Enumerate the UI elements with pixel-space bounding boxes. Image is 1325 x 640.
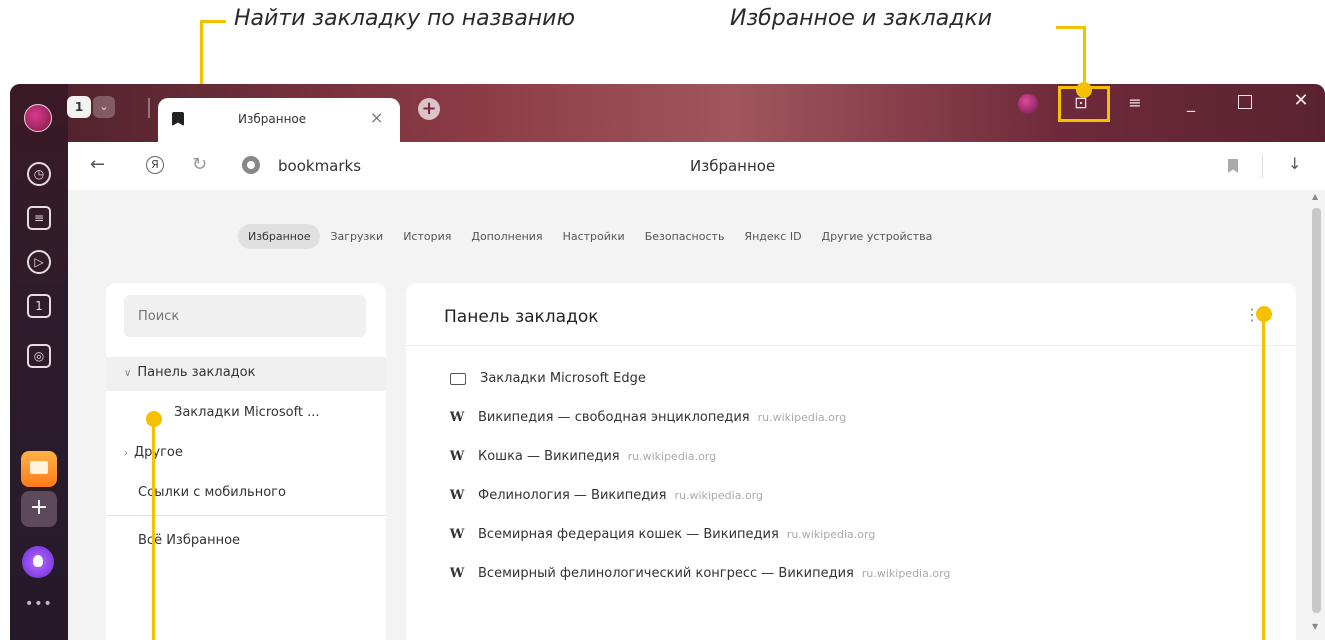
tree-item-label: Панель закладок — [137, 365, 256, 380]
yandex-icon[interactable]: Я — [146, 156, 164, 174]
annotation-favorites-bookmarks: Избранное и закладки — [730, 6, 993, 31]
nav-extensions[interactable]: Дополнения — [461, 224, 552, 249]
minimize-icon[interactable]: _ — [1180, 92, 1202, 114]
browser-sidebar: ◷ ≡ ▷ 1 ◎ + ••• — [10, 84, 68, 640]
bookmark-row[interactable]: W Кошка — Википедия ru.wikipedia.org — [448, 449, 716, 464]
alice-assistant-icon[interactable] — [22, 546, 54, 578]
scroll-up-icon[interactable]: ▲ — [1312, 192, 1318, 201]
bookmark-title: Кошка — Википедия — [478, 449, 620, 464]
chevron-right-icon: › — [124, 448, 128, 459]
browser-window: ◷ ≡ ▷ 1 ◎ + ••• 1 ⌄ Избранное × + ⊡ ≡ _ … — [10, 84, 1325, 640]
nav-downloads[interactable]: Загрузки — [320, 224, 393, 249]
bookmark-url: ru.wikipedia.org — [757, 411, 847, 424]
bookmark-row[interactable]: W Фелинология — Википедия ru.wikipedia.o… — [448, 488, 763, 503]
tree-item-mobile[interactable]: Ссылки с мобильного — [138, 485, 286, 500]
search-input[interactable] — [124, 295, 366, 337]
panel-title: Панель закладок — [444, 307, 599, 327]
screenshot-icon[interactable]: ◎ — [27, 344, 51, 368]
bookmark-list-panel: Панель закладок ⋮ Закладки Microsoft Edg… — [406, 283, 1296, 640]
play-icon[interactable]: ▷ — [27, 250, 51, 274]
add-app-button[interactable]: + — [21, 491, 57, 527]
maximize-icon[interactable] — [1238, 95, 1252, 109]
bookmark-title: Всемирная федерация кошек — Википедия — [478, 527, 779, 542]
tab-favorites[interactable]: Избранное × — [158, 98, 400, 142]
annotation-find-by-name: Найти закладку по названию — [234, 6, 575, 31]
annotation-line-bookmarks-top — [1056, 26, 1086, 29]
scrollbar[interactable]: ▲ ▼ — [1308, 190, 1325, 640]
folder-row[interactable]: Закладки Microsoft Edge — [448, 371, 646, 386]
nav-favorites[interactable]: Избранное — [238, 223, 321, 249]
tab-title: Избранное — [238, 112, 307, 126]
bookmark-row[interactable]: W Всемирная федерация кошек — Википедия … — [448, 527, 876, 542]
menu-icon[interactable]: ≡ — [1124, 92, 1146, 114]
annotation-box-bookmarks — [1058, 86, 1110, 122]
bookmark-row[interactable]: W Всемирный фелинологический конгресс — … — [448, 566, 951, 581]
tree-item-bookmarks-bar[interactable]: ∨ Панель закладок — [124, 365, 255, 380]
new-tab-button[interactable]: + — [418, 98, 440, 120]
annotation-line-menu — [1262, 314, 1265, 640]
reload-icon[interactable]: ↻ — [192, 154, 207, 175]
bookmark-tree-panel: ∨Панель закладок Закладки Microsoft ... … — [106, 283, 386, 640]
bookmark-url: ru.wikipedia.org — [627, 450, 717, 463]
bookmark-row[interactable]: W Википедия — свободная энциклопедия ru.… — [448, 410, 847, 425]
back-icon[interactable]: ← — [90, 154, 105, 175]
bookmark-page-icon[interactable] — [1228, 159, 1238, 173]
annotation-line-search-top — [200, 20, 226, 23]
wikipedia-icon: W — [449, 488, 465, 503]
wikipedia-icon: W — [449, 410, 465, 425]
collections-icon[interactable]: ≡ — [27, 206, 51, 230]
tab-counter-icon[interactable]: 1 — [27, 294, 51, 318]
bookmarks-page: Избранное Загрузки История Дополнения На… — [68, 190, 1325, 640]
mail-app-icon[interactable] — [21, 451, 57, 487]
tree-divider — [106, 515, 386, 516]
nav-history[interactable]: История — [393, 224, 461, 249]
extension-icon[interactable] — [1018, 94, 1038, 114]
tab-counter-button[interactable]: 1 — [67, 96, 91, 118]
wikipedia-icon: W — [449, 566, 465, 581]
bookmark-title: Всемирный фелинологический конгресс — Ви… — [478, 566, 854, 581]
address-divider — [1262, 154, 1263, 178]
tree-item-label: Другое — [134, 445, 183, 460]
scroll-down-icon[interactable]: ▼ — [1312, 622, 1318, 631]
profile-avatar[interactable] — [24, 104, 52, 132]
panel-divider — [406, 345, 1296, 346]
chevron-down-icon: ∨ — [124, 368, 132, 379]
site-security-icon[interactable] — [242, 156, 260, 174]
tab-close-icon[interactable]: × — [370, 108, 383, 127]
close-window-icon[interactable]: ✕ — [1290, 90, 1312, 112]
nav-security[interactable]: Безопасность — [635, 224, 735, 249]
bookmark-url: ru.wikipedia.org — [861, 567, 951, 580]
screenshot-stage: Найти закладку по названию Избранное и з… — [0, 0, 1325, 640]
address-bar: ← Я ↻ bookmarks Избранное ↓ — [68, 142, 1325, 190]
chevron-down-icon[interactable]: ⌄ — [93, 96, 115, 118]
folder-label: Закладки Microsoft Edge — [480, 371, 646, 386]
tab-divider — [148, 98, 150, 118]
url-text[interactable]: bookmarks — [278, 157, 361, 175]
more-icon[interactable]: ••• — [25, 596, 53, 612]
bookmark-title: Фелинология — Википедия — [478, 488, 667, 503]
nav-other-devices[interactable]: Другие устройства — [812, 224, 943, 249]
annotation-line-bookmarks — [1083, 26, 1086, 88]
scrollbar-thumb[interactable] — [1312, 208, 1321, 613]
wikipedia-icon: W — [449, 449, 465, 464]
page-title: Избранное — [690, 157, 776, 175]
page-content: ← Я ↻ bookmarks Избранное ↓ Избранное За… — [68, 142, 1325, 640]
annotation-line-tree — [152, 419, 155, 640]
settings-nav: Избранное Загрузки История Дополнения На… — [238, 222, 942, 250]
nav-settings[interactable]: Настройки — [553, 224, 635, 249]
history-icon[interactable]: ◷ — [27, 162, 51, 186]
bookmark-url: ru.wikipedia.org — [786, 528, 876, 541]
tree-item-microsoft[interactable]: Закладки Microsoft ... — [174, 405, 320, 420]
download-icon[interactable]: ↓ — [1288, 154, 1301, 173]
wikipedia-icon: W — [449, 527, 465, 542]
bookmark-url: ru.wikipedia.org — [674, 489, 763, 502]
bookmark-title: Википедия — свободная энциклопедия — [478, 410, 750, 425]
folder-icon — [450, 372, 466, 385]
bookmark-favicon-icon — [172, 112, 184, 126]
nav-yandex-id[interactable]: Яндекс ID — [734, 224, 811, 249]
